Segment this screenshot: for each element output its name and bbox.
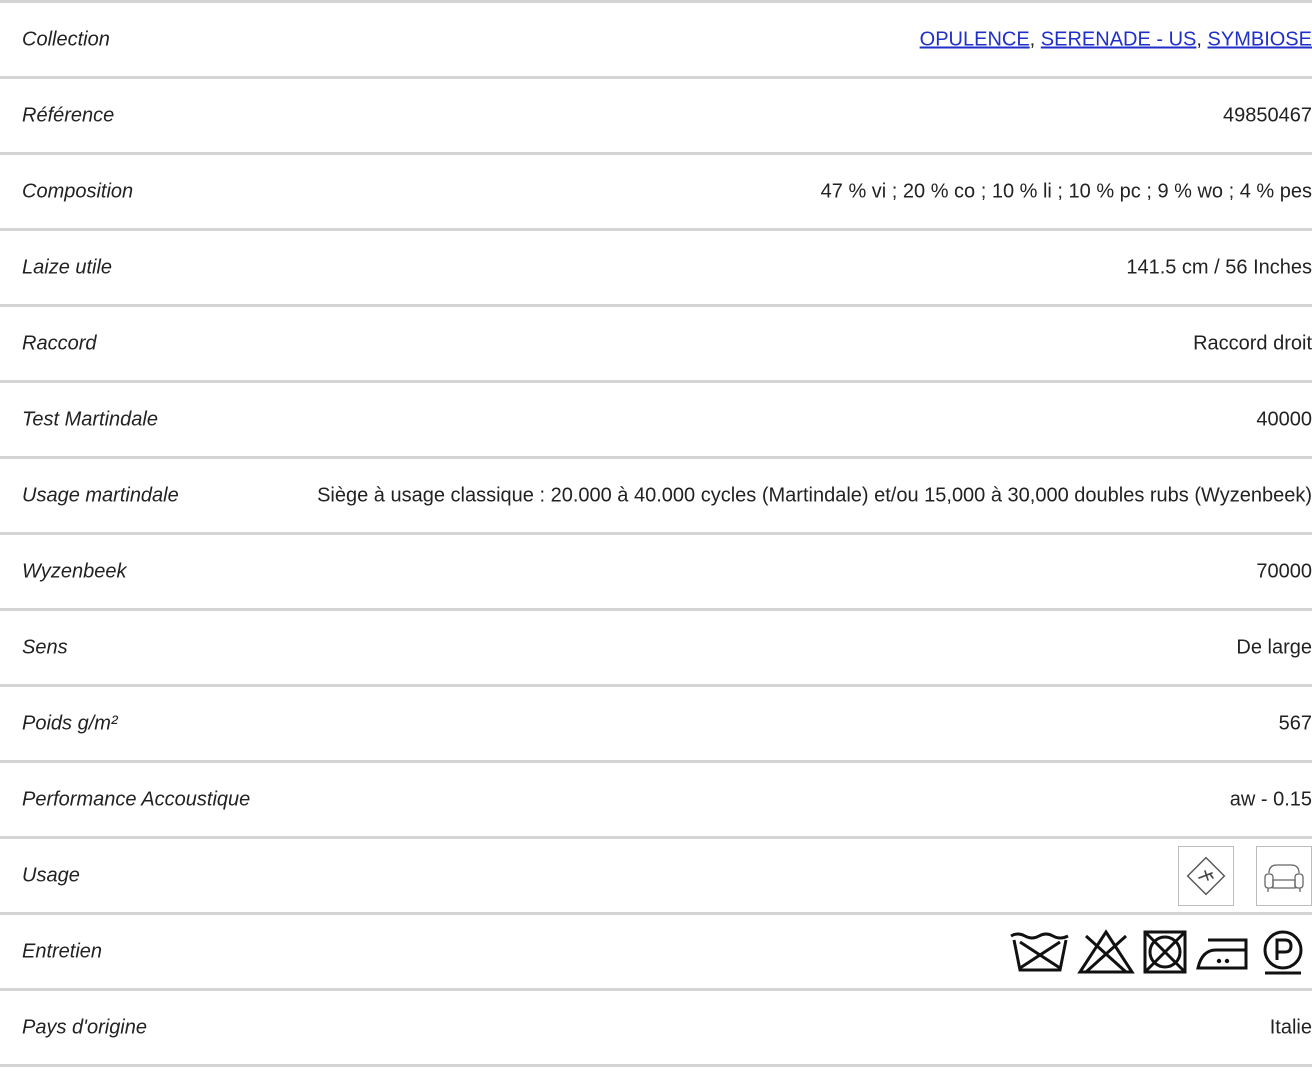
spec-label: Usage martindale xyxy=(22,484,179,506)
spec-label: Laize utile xyxy=(22,256,113,278)
do-not-wash-icon xyxy=(1010,932,1069,971)
usage-icons xyxy=(1178,845,1312,906)
spec-value: aw - 0.15 xyxy=(1229,788,1312,810)
collection-link-serenade-us[interactable]: SERENADE - US xyxy=(1041,28,1197,50)
spec-row-sens: Sens De large xyxy=(0,611,1312,687)
spec-row-usage: Usage xyxy=(0,839,1312,915)
spec-value: 40000 xyxy=(1256,408,1312,430)
iron-medium-icon xyxy=(1196,938,1248,969)
spec-value: Siège à usage classique : 20.000 à 40.00… xyxy=(317,484,1312,506)
collection-links: OPULENCE, SERENADE - US, SYMBIOSE xyxy=(920,28,1312,51)
spec-row-origine: Pays d'origine Italie xyxy=(0,991,1312,1067)
do-not-bleach-icon xyxy=(1077,928,1135,973)
spec-label: Wyzenbeek xyxy=(22,560,127,582)
spec-value: 567 xyxy=(1278,712,1312,734)
spec-row-composition: Composition 47 % vi ; 20 % co ; 10 % li … xyxy=(0,155,1312,231)
product-spec-table: Collection OPULENCE, SERENADE - US, SYMB… xyxy=(0,0,1312,1067)
do-not-tumble-dry-icon xyxy=(1143,930,1187,973)
airplane-usage-icon[interactable] xyxy=(1178,845,1234,906)
spec-value: 141.5 cm / 56 Inches xyxy=(1126,256,1312,278)
spec-label: Entretien xyxy=(22,940,103,962)
spec-row-collection: Collection OPULENCE, SERENADE - US, SYMB… xyxy=(0,3,1312,79)
spec-label: Test Martindale xyxy=(22,408,158,430)
collection-link-symbiose[interactable]: SYMBIOSE xyxy=(1208,28,1312,50)
care-icons xyxy=(1008,928,1308,976)
link-separator: , xyxy=(1196,28,1202,50)
spec-label: Usage xyxy=(22,864,80,886)
spec-row-acoustique: Performance Accoustique aw - 0.15 xyxy=(0,763,1312,839)
link-separator: , xyxy=(1029,28,1036,50)
spec-value: De large xyxy=(1236,636,1312,658)
armchair-usage-icon[interactable] xyxy=(1256,845,1312,906)
dry-clean-p-icon xyxy=(1263,930,1303,974)
spec-value: 70000 xyxy=(1256,560,1312,582)
spec-label: Référence xyxy=(22,104,115,126)
spec-label: Collection xyxy=(22,28,110,50)
spec-row-raccord: Raccord Raccord droit xyxy=(0,307,1312,383)
spec-label: Poids g/m² xyxy=(22,712,118,734)
spec-label: Sens xyxy=(22,636,68,658)
spec-label: Raccord xyxy=(22,332,97,354)
spec-value: 47 % vi ; 20 % co ; 10 % li ; 10 % pc ; … xyxy=(820,180,1312,202)
spec-value: 49850467 xyxy=(1223,104,1312,126)
spec-value: Italie xyxy=(1269,1016,1312,1038)
spec-label: Performance Accoustique xyxy=(22,788,251,810)
spec-label: Pays d'origine xyxy=(22,1016,147,1038)
spec-row-usage-martindale: Usage martindale Siège à usage classique… xyxy=(0,459,1312,535)
spec-row-laize: Laize utile 141.5 cm / 56 Inches xyxy=(0,231,1312,307)
spec-row-wyzenbeek: Wyzenbeek 70000 xyxy=(0,535,1312,611)
collection-link-opulence[interactable]: OPULENCE xyxy=(920,28,1030,50)
spec-value: Raccord droit xyxy=(1193,332,1312,354)
spec-row-reference: Référence 49850467 xyxy=(0,79,1312,155)
spec-label: Composition xyxy=(22,180,134,202)
spec-row-martindale: Test Martindale 40000 xyxy=(0,383,1312,459)
spec-row-poids: Poids g/m² 567 xyxy=(0,687,1312,763)
spec-row-entretien: Entretien xyxy=(0,915,1312,991)
